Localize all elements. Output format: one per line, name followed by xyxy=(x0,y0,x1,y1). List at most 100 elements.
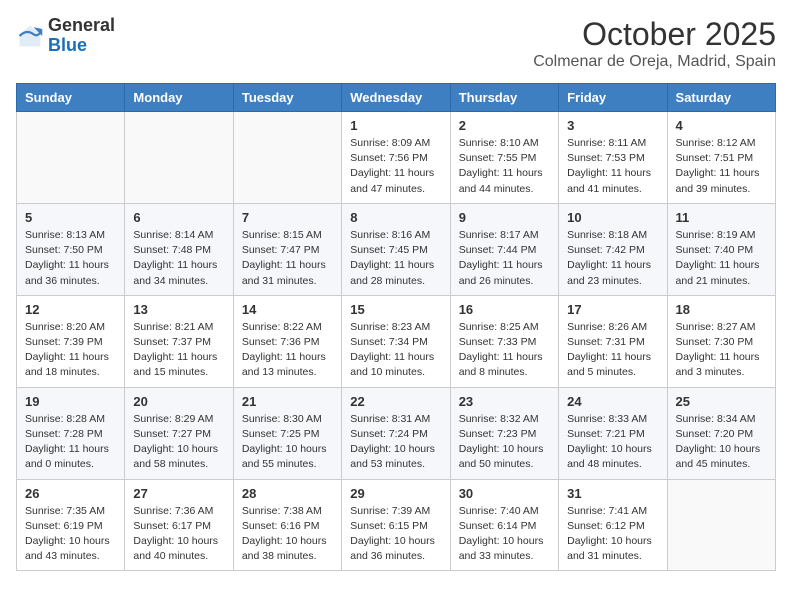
day-number: 29 xyxy=(350,486,441,501)
day-info: Sunrise: 8:20 AM Sunset: 7:39 PM Dayligh… xyxy=(25,320,116,381)
day-number: 19 xyxy=(25,394,116,409)
day-number: 9 xyxy=(459,210,550,225)
logo-icon xyxy=(16,22,44,50)
day-number: 17 xyxy=(567,302,658,317)
calendar-cell: 2 Sunrise: 8:10 AM Sunset: 7:55 PM Daylig… xyxy=(450,112,558,204)
day-number: 13 xyxy=(133,302,224,317)
day-number: 28 xyxy=(242,486,333,501)
weekday-header-thursday: Thursday xyxy=(450,84,558,112)
calendar-cell: 30Sunrise: 7:40 AM Sunset: 6:14 PM Dayli… xyxy=(450,479,558,571)
day-number: 6 xyxy=(133,210,224,225)
calendar-cell: 8 Sunrise: 8:16 AM Sunset: 7:45 PM Daylig… xyxy=(342,203,450,295)
day-info: Sunrise: 8:19 AM Sunset: 7:40 PM Dayligh… xyxy=(676,228,767,289)
day-number: 21 xyxy=(242,394,333,409)
calendar-cell: 11Sunrise: 8:19 AM Sunset: 7:40 PM Dayli… xyxy=(667,203,775,295)
day-info: Sunrise: 8:12 AM Sunset: 7:51 PM Dayligh… xyxy=(676,136,767,197)
calendar-cell xyxy=(667,479,775,571)
calendar-cell: 19 Sunrise: 8:28 AM Sunset: 7:28 PM Dayli… xyxy=(17,387,125,479)
day-info: Sunrise: 8:15 AM Sunset: 7:47 PM Dayligh… xyxy=(242,228,333,289)
calendar-week-4: 19 Sunrise: 8:28 AM Sunset: 7:28 PM Dayli… xyxy=(17,387,776,479)
calendar-cell: 16 Sunrise: 8:25 AM Sunset: 7:33 PM Dayli… xyxy=(450,295,558,387)
calendar-week-1: 1 Sunrise: 8:09 AM Sunset: 7:56 PM Daylig… xyxy=(17,112,776,204)
calendar-cell xyxy=(233,112,341,204)
day-number: 31 xyxy=(567,486,658,501)
day-info: Sunrise: 7:35 AM Sunset: 6:19 PM Dayligh… xyxy=(25,504,116,565)
calendar-cell: 24Sunrise: 8:33 AM Sunset: 7:21 PM Dayli… xyxy=(559,387,667,479)
calendar-cell: 17 Sunrise: 8:26 AM Sunset: 7:31 PM Dayli… xyxy=(559,295,667,387)
calendar-cell: 20 Sunrise: 8:29 AM Sunset: 7:27 PM Dayli… xyxy=(125,387,233,479)
calendar-table: SundayMondayTuesdayWednesdayThursdayFrid… xyxy=(16,83,776,571)
calendar-cell xyxy=(125,112,233,204)
day-info: Sunrise: 8:26 AM Sunset: 7:31 PM Dayligh… xyxy=(567,320,658,381)
weekday-header-sunday: Sunday xyxy=(17,84,125,112)
day-number: 8 xyxy=(350,210,441,225)
day-number: 1 xyxy=(350,118,441,133)
day-info: Sunrise: 8:09 AM Sunset: 7:56 PM Dayligh… xyxy=(350,136,441,197)
calendar-cell: 4 Sunrise: 8:12 AM Sunset: 7:51 PM Daylig… xyxy=(667,112,775,204)
day-number: 5 xyxy=(25,210,116,225)
weekday-header-tuesday: Tuesday xyxy=(233,84,341,112)
calendar-cell: 23Sunrise: 8:32 AM Sunset: 7:23 PM Dayli… xyxy=(450,387,558,479)
day-number: 7 xyxy=(242,210,333,225)
day-info: Sunrise: 8:16 AM Sunset: 7:45 PM Dayligh… xyxy=(350,228,441,289)
calendar-cell: 28Sunrise: 7:38 AM Sunset: 6:16 PM Dayli… xyxy=(233,479,341,571)
day-number: 26 xyxy=(25,486,116,501)
day-info: Sunrise: 8:32 AM Sunset: 7:23 PM Dayligh… xyxy=(459,412,550,473)
calendar-cell: 9 Sunrise: 8:17 AM Sunset: 7:44 PM Daylig… xyxy=(450,203,558,295)
calendar-cell: 14Sunrise: 8:22 AM Sunset: 7:36 PM Dayli… xyxy=(233,295,341,387)
day-number: 27 xyxy=(133,486,224,501)
day-info: Sunrise: 8:31 AM Sunset: 7:24 PM Dayligh… xyxy=(350,412,441,473)
day-number: 4 xyxy=(676,118,767,133)
logo-blue-text: Blue xyxy=(48,35,87,55)
calendar-cell: 29 Sunrise: 7:39 AM Sunset: 6:15 PM Dayli… xyxy=(342,479,450,571)
day-number: 2 xyxy=(459,118,550,133)
calendar-cell: 22 Sunrise: 8:31 AM Sunset: 7:24 PM Dayli… xyxy=(342,387,450,479)
day-number: 20 xyxy=(133,394,224,409)
day-number: 22 xyxy=(350,394,441,409)
calendar-cell: 15Sunrise: 8:23 AM Sunset: 7:34 PM Dayli… xyxy=(342,295,450,387)
day-info: Sunrise: 8:14 AM Sunset: 7:48 PM Dayligh… xyxy=(133,228,224,289)
day-info: Sunrise: 8:25 AM Sunset: 7:33 PM Dayligh… xyxy=(459,320,550,381)
day-info: Sunrise: 7:36 AM Sunset: 6:17 PM Dayligh… xyxy=(133,504,224,565)
day-info: Sunrise: 8:33 AM Sunset: 7:21 PM Dayligh… xyxy=(567,412,658,473)
day-info: Sunrise: 8:18 AM Sunset: 7:42 PM Dayligh… xyxy=(567,228,658,289)
day-info: Sunrise: 8:21 AM Sunset: 7:37 PM Dayligh… xyxy=(133,320,224,381)
calendar-cell: 31 Sunrise: 7:41 AM Sunset: 6:12 PM Dayli… xyxy=(559,479,667,571)
title-block: October 2025 Colmenar de Oreja, Madrid, … xyxy=(533,16,776,71)
day-info: Sunrise: 8:17 AM Sunset: 7:44 PM Dayligh… xyxy=(459,228,550,289)
day-info: Sunrise: 7:41 AM Sunset: 6:12 PM Dayligh… xyxy=(567,504,658,565)
day-number: 30 xyxy=(459,486,550,501)
day-info: Sunrise: 7:39 AM Sunset: 6:15 PM Dayligh… xyxy=(350,504,441,565)
day-info: Sunrise: 8:28 AM Sunset: 7:28 PM Dayligh… xyxy=(25,412,116,473)
day-number: 12 xyxy=(25,302,116,317)
day-number: 18 xyxy=(676,302,767,317)
calendar-week-3: 12 Sunrise: 8:20 AM Sunset: 7:39 PM Dayli… xyxy=(17,295,776,387)
calendar-cell: 25Sunrise: 8:34 AM Sunset: 7:20 PM Dayli… xyxy=(667,387,775,479)
weekday-header-row: SundayMondayTuesdayWednesdayThursdayFrid… xyxy=(17,84,776,112)
weekday-header-wednesday: Wednesday xyxy=(342,84,450,112)
calendar-cell: 26 Sunrise: 7:35 AM Sunset: 6:19 PM Dayli… xyxy=(17,479,125,571)
weekday-header-friday: Friday xyxy=(559,84,667,112)
day-info: Sunrise: 8:30 AM Sunset: 7:25 PM Dayligh… xyxy=(242,412,333,473)
calendar-cell: 5 Sunrise: 8:13 AM Sunset: 7:50 PM Daylig… xyxy=(17,203,125,295)
day-info: Sunrise: 8:10 AM Sunset: 7:55 PM Dayligh… xyxy=(459,136,550,197)
calendar-cell: 12 Sunrise: 8:20 AM Sunset: 7:39 PM Dayli… xyxy=(17,295,125,387)
page-header: General Blue October 2025 Colmenar de Or… xyxy=(16,16,776,71)
day-info: Sunrise: 8:34 AM Sunset: 7:20 PM Dayligh… xyxy=(676,412,767,473)
day-info: Sunrise: 8:13 AM Sunset: 7:50 PM Dayligh… xyxy=(25,228,116,289)
day-number: 16 xyxy=(459,302,550,317)
calendar-cell: 13 Sunrise: 8:21 AM Sunset: 7:37 PM Dayli… xyxy=(125,295,233,387)
day-number: 10 xyxy=(567,210,658,225)
logo: General Blue xyxy=(16,16,115,56)
day-number: 14 xyxy=(242,302,333,317)
calendar-cell: 21 Sunrise: 8:30 AM Sunset: 7:25 PM Dayli… xyxy=(233,387,341,479)
day-info: Sunrise: 8:29 AM Sunset: 7:27 PM Dayligh… xyxy=(133,412,224,473)
calendar-cell: 3 Sunrise: 8:11 AM Sunset: 7:53 PM Daylig… xyxy=(559,112,667,204)
calendar-week-2: 5 Sunrise: 8:13 AM Sunset: 7:50 PM Daylig… xyxy=(17,203,776,295)
day-number: 3 xyxy=(567,118,658,133)
day-info: Sunrise: 8:11 AM Sunset: 7:53 PM Dayligh… xyxy=(567,136,658,197)
logo-general-text: General xyxy=(48,15,115,35)
calendar-cell: 18Sunrise: 8:27 AM Sunset: 7:30 PM Dayli… xyxy=(667,295,775,387)
calendar-cell: 27 Sunrise: 7:36 AM Sunset: 6:17 PM Dayli… xyxy=(125,479,233,571)
month-title: October 2025 xyxy=(533,16,776,53)
